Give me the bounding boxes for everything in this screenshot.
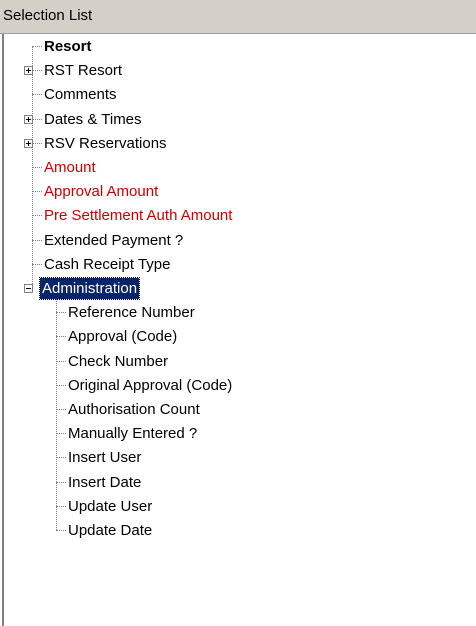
tree-node-label: Update Date	[68, 522, 153, 539]
expand-icon[interactable]	[24, 66, 33, 76]
tree-branch-line	[32, 263, 42, 265]
tree-node-label: Update User	[68, 497, 153, 515]
tree-node-comments[interactable]: Comments	[4, 82, 474, 107]
tree-branch-line	[56, 409, 66, 410]
tree-node-dates-times[interactable]: Dates & Times	[4, 107, 474, 132]
tree-node-rsv-reservations[interactable]: RSV Reservations	[4, 131, 474, 156]
tree-branch-line	[32, 191, 42, 193]
tree-node-label: Insert User	[68, 449, 142, 467]
tree-node-label-selected: Administration	[38, 277, 141, 300]
tree-branch-line	[32, 167, 42, 168]
tree-node-label: Approval Amount	[44, 183, 159, 201]
tree-node-label: Pre Settlement Auth Amount	[44, 207, 233, 225]
collapse-icon[interactable]	[24, 284, 33, 293]
tree-node-label: Resort	[44, 38, 92, 55]
tree-node-label: Comments	[44, 86, 117, 104]
expand-icon[interactable]	[24, 114, 33, 124]
tree-branch-line	[56, 312, 66, 314]
selection-tree[interactable]: Resort RST Resort Comments Dates & Times…	[2, 34, 476, 626]
tree-node-amount[interactable]: Amount	[4, 155, 474, 180]
tree-node-pre-settlement-auth-amount[interactable]: Pre Settlement Auth Amount	[4, 203, 474, 228]
selection-list-title: Selection List	[3, 7, 93, 24]
tree-node-update-date[interactable]: Update Date	[4, 518, 474, 543]
tree-node-label: Check Number	[68, 352, 169, 370]
tree-branch-line	[56, 481, 66, 483]
expand-icon[interactable]	[24, 138, 33, 148]
tree-node-cash-receipt-type[interactable]: Cash Receipt Type	[4, 252, 474, 277]
tree-node-resort[interactable]: Resort	[4, 34, 474, 59]
tree-node-label: Amount	[44, 159, 96, 176]
tree-branch-line	[32, 239, 42, 241]
tree-branch-line	[32, 70, 42, 72]
tree-node-extended-payment[interactable]: Extended Payment ?	[4, 228, 474, 253]
tree-branch-line	[56, 433, 66, 435]
tree-node-manually-entered[interactable]: Manually Entered ?	[4, 421, 474, 446]
tree-branch-line	[32, 46, 42, 47]
tree-node-check-number[interactable]: Check Number	[4, 349, 474, 374]
tree-node-approval-code[interactable]: Approval (Code)	[4, 324, 474, 349]
tree-node-label: Manually Entered ?	[68, 425, 198, 443]
selection-list-header: Selection List	[0, 0, 476, 34]
tree-node-approval-amount[interactable]: Approval Amount	[4, 179, 474, 204]
tree-branch-line	[56, 530, 66, 531]
tree-branch-line	[32, 118, 42, 120]
tree-node-administration[interactable]: Administration	[4, 276, 474, 301]
tree-branch-line	[56, 336, 66, 338]
tree-branch-line	[32, 142, 42, 144]
tree-node-reference-number[interactable]: Reference Number	[4, 300, 474, 325]
tree-node-rst-resort[interactable]: RST Resort	[4, 58, 474, 83]
tree-branch-line	[32, 215, 42, 217]
tree-node-label: Original Approval (Code)	[68, 376, 233, 394]
tree-node-label: Reference Number	[68, 304, 195, 322]
tree-node-label: Authorisation Count	[68, 401, 200, 418]
tree-node-label: RST Resort	[44, 62, 123, 80]
tree-node-label: Cash Receipt Type	[44, 255, 171, 273]
tree-node-label: Insert Date	[68, 473, 142, 491]
tree-node-label: Dates & Times	[44, 110, 142, 128]
tree-branch-line	[56, 505, 66, 507]
tree-node-authorisation-count[interactable]: Authorisation Count	[4, 397, 474, 422]
tree-node-insert-date[interactable]: Insert Date	[4, 470, 474, 495]
tree-node-insert-user[interactable]: Insert User	[4, 445, 474, 470]
tree-node-label: Extended Payment ?	[44, 231, 184, 249]
tree-branch-line	[32, 94, 42, 96]
tree-node-label: RSV Reservations	[44, 134, 167, 152]
tree-node-update-user[interactable]: Update User	[4, 494, 474, 519]
tree-branch-line	[56, 457, 66, 459]
tree-branch-line	[56, 384, 66, 386]
tree-node-label: Approval (Code)	[68, 328, 178, 346]
tree-node-original-approval-code[interactable]: Original Approval (Code)	[4, 373, 474, 398]
tree-branch-line	[56, 360, 66, 362]
